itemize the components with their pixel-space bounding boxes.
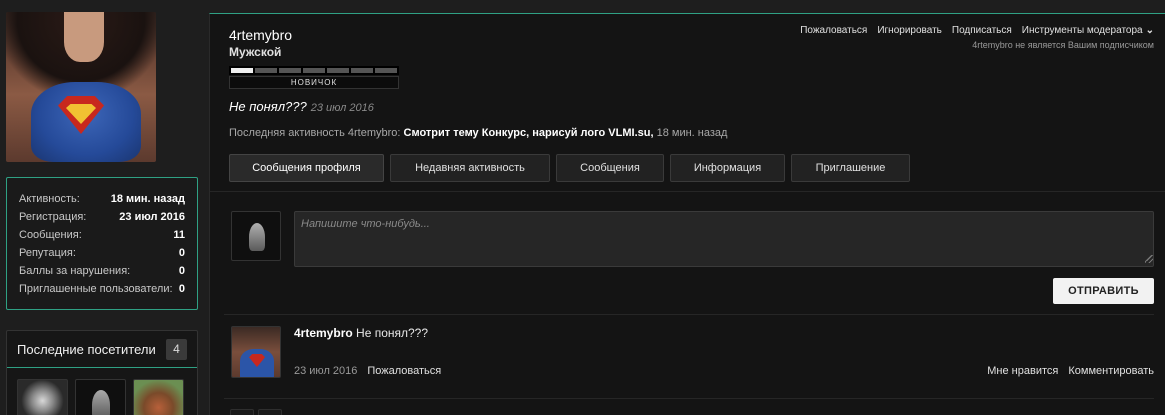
recent-visitors-header: Последние посетители 4 [7,331,197,368]
rank-segment [351,68,373,73]
info-row-registration: Регистрация: 23 июл 2016 [19,208,185,226]
tab-recent-activity[interactable]: Недавняя активность [390,154,550,182]
ignore-link[interactable]: Игнорировать [877,25,942,36]
post-date[interactable]: 23 июл 2016 [294,365,357,377]
recent-visitors-box: Последние посетители 4 [6,330,198,415]
visitor-avatar[interactable] [75,379,126,415]
post-text: Не понял??? [356,326,429,340]
rank-segment [327,68,349,73]
status-text: Не понял??? [229,99,307,114]
rank-segment [231,68,253,73]
activity-time: 18 мин. назад [656,127,728,139]
tab-invitation[interactable]: Приглашение [791,154,910,182]
last-activity-line: Последняя активность 4rtemybro: Смотрит … [229,127,727,139]
post-author-avatar[interactable] [231,326,281,378]
control-stub[interactable] [230,409,254,415]
recent-visitors-count-badge: 4 [166,338,187,360]
profile-username: 4rtemybro [229,27,293,43]
info-row-warnings: Баллы за нарушения: 0 [19,262,185,280]
recent-visitors-title: Последние посетители [17,341,156,357]
bottom-controls [230,409,282,415]
info-label: Сообщения: [19,229,82,241]
info-label: Активность: [19,193,80,205]
post-author-link[interactable]: 4rtemybro [294,326,353,340]
divider [224,398,1154,399]
avatar-face [64,12,104,62]
subscriber-note: 4rtemybro не является Вашим подписчиком [972,40,1154,50]
tab-profile-posts[interactable]: Сообщения профиля [229,154,384,182]
info-label: Репутация: [19,247,76,259]
tab-information[interactable]: Информация [670,154,785,182]
post-report-link[interactable]: Пожаловаться [367,365,441,377]
rank-segment [303,68,325,73]
divider [224,314,1154,315]
rank-label: НОВИЧОК [229,76,399,89]
subscribe-link[interactable]: Подписаться [952,25,1012,36]
info-value: 0 [178,247,185,259]
moderator-tools-menu[interactable]: Инструменты модератора ⌄ [1022,25,1154,36]
info-row-activity: Активность: 18 мин. назад [19,190,185,208]
profile-main-panel: 4rtemybro Мужской НОВИЧОК Не понял??? 23 … [209,13,1165,415]
control-stub[interactable] [258,409,282,415]
info-value: 11 [173,229,185,241]
info-row-messages: Сообщения: 11 [19,226,185,244]
rank-segment [255,68,277,73]
tab-messages[interactable]: Сообщения [556,154,664,182]
user-rank-bar: НОВИЧОК [229,66,399,90]
info-value: 23 июл 2016 [119,211,185,223]
info-label: Приглашенные пользователи: [19,283,173,295]
visitor-avatar[interactable] [17,379,68,415]
rank-segment [375,68,397,73]
info-value: 18 мин. назад [110,193,185,205]
moderator-tools-label: Инструменты модератора [1021,25,1143,36]
profile-post-input[interactable] [294,211,1154,267]
chevron-down-icon: ⌄ [1145,25,1154,36]
activity-prefix: Последняя активность 4rtemybro: [229,127,401,139]
info-label: Баллы за нарушения: [19,265,131,277]
profile-actions: Пожаловаться Игнорировать Подписаться Ин… [800,25,1154,36]
info-row-reputation: Репутация: 0 [19,244,185,262]
profile-tabs: Сообщения профиля Недавняя активность Со… [229,154,910,182]
divider [210,191,1165,192]
visitor-avatar[interactable] [133,379,184,415]
comment-link[interactable]: Комментировать [1068,365,1154,377]
report-link[interactable]: Пожаловаться [800,25,867,36]
profile-gender: Мужской [229,45,282,59]
profile-avatar[interactable] [6,12,156,162]
profile-post-message: 4rtemybro Не понял??? [294,326,428,340]
resize-grip-icon[interactable] [1145,255,1153,263]
status-date: 23 июл 2016 [310,102,374,114]
send-button[interactable]: ОТПРАВИТЬ [1053,278,1154,304]
user-info-box: Активность: 18 мин. назад Регистрация: 23 … [6,177,198,310]
post-meta: 23 июл 2016 Пожаловаться [294,365,441,377]
info-value: 0 [178,283,185,295]
like-link[interactable]: Мне нравится [987,365,1058,377]
activity-action-link[interactable]: Смотрит тему Конкурс, нарисуй лого VLMI.… [404,127,654,139]
post-actions: Мне нравится Комментировать [987,365,1154,377]
rank-segment [279,68,301,73]
profile-status: Не понял??? 23 июл 2016 [229,99,374,114]
info-value: 0 [178,265,185,277]
compose-avatar [231,211,281,261]
rank-progress-segments [229,66,399,75]
info-row-invited: Приглашенные пользователи: 0 [19,280,185,298]
info-label: Регистрация: [19,211,87,223]
visitor-thumbnails [7,368,197,415]
